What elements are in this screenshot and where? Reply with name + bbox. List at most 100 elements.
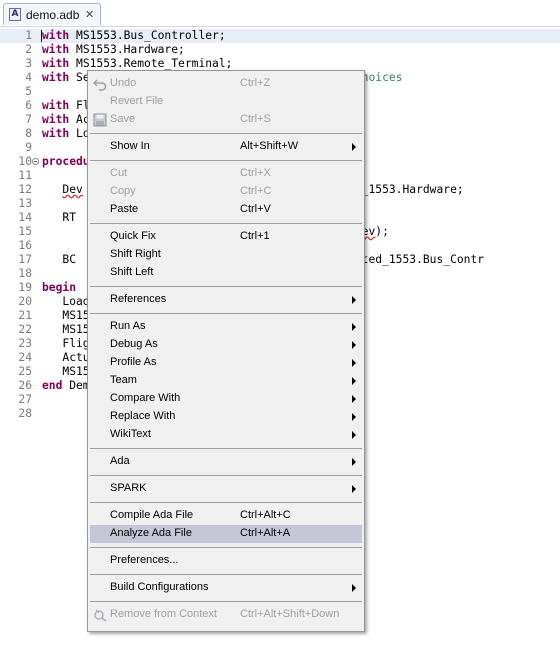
code-line[interactable]: 2 with MS1553.Hardware;: [0, 43, 560, 57]
menu-item-references[interactable]: References: [90, 291, 362, 309]
menu-item-replace-with[interactable]: Replace With: [90, 408, 362, 426]
menu-item-remove-from-context: Remove from Context Ctrl+Alt+Shift+Down: [90, 606, 362, 624]
code-token: MS15: [42, 309, 90, 322]
menu-item-label: WikiText: [110, 428, 151, 440]
menu-item-label: Revert File: [110, 95, 164, 107]
line-number: 5: [25, 85, 32, 98]
code-token: MS15: [42, 365, 90, 378]
menu-item-analyze-ada-file[interactable]: Analyze Ada File Ctrl+Alt+A: [90, 525, 362, 543]
line-number: 3: [25, 57, 32, 70]
submenu-arrow-icon: [352, 395, 356, 403]
menu-separator: [90, 133, 362, 134]
menu-separator: [90, 475, 362, 476]
menu-item-label: Shift Right: [110, 248, 161, 260]
line-number: 19: [18, 281, 32, 294]
menu-separator: [90, 223, 362, 224]
line-number: 17: [18, 253, 32, 266]
code-line[interactable]: 1 with MS1553.Bus_Controller;: [0, 29, 560, 43]
menu-item-quick-fix[interactable]: Quick Fix Ctrl+1: [90, 228, 362, 246]
menu-item-label: Copy: [110, 185, 136, 197]
menu-item-build-configurations[interactable]: Build Configurations: [90, 579, 362, 597]
submenu-arrow-icon: [352, 377, 356, 385]
line-number: 21: [18, 309, 32, 322]
keyword-token: begin: [42, 281, 77, 294]
menu-item-label: Save: [110, 113, 136, 125]
code-text: MS15: [42, 323, 89, 337]
menu-item-shortcut: Ctrl+Alt+Shift+Down: [240, 608, 340, 620]
line-number: 11: [18, 169, 32, 182]
code-token: Actu: [42, 351, 90, 364]
code-text: with Ac: [42, 113, 90, 127]
menu-separator: [90, 547, 362, 548]
menu-item-copy: Copy Ctrl+C: [90, 183, 362, 201]
submenu-arrow-icon: [352, 431, 356, 439]
code-text: with Lo: [42, 127, 90, 141]
menu-item-paste[interactable]: Paste Ctrl+V: [90, 201, 362, 219]
submenu-arrow-icon: [352, 341, 356, 349]
menu-item-label: Remove from Context: [110, 608, 217, 620]
menu-item-label: Analyze Ada File: [110, 527, 192, 539]
submenu-arrow-icon: [352, 296, 356, 304]
line-number: 10: [18, 155, 32, 168]
menu-item-profile-as[interactable]: Profile As: [90, 354, 362, 372]
menu-item-label: Build Configurations: [110, 581, 209, 593]
menu-separator: [90, 313, 362, 314]
menu-item-run-as[interactable]: Run As: [90, 318, 362, 336]
menu-item-revert-file: Revert File: [90, 93, 362, 111]
menu-item-label: Quick Fix: [110, 230, 156, 242]
code-text: with MS1553.Bus_Controller;: [42, 29, 226, 43]
fold-toggle-icon[interactable]: [32, 158, 39, 165]
menu-item-shortcut: Ctrl+S: [240, 113, 271, 125]
menu-item-label: Cut: [110, 167, 128, 179]
menu-item-shift-right[interactable]: Shift Right: [90, 246, 362, 264]
remove-context-icon: [93, 608, 107, 622]
code-token: Dem: [62, 379, 90, 392]
keyword-token: end: [42, 379, 63, 392]
submenu-arrow-icon: [352, 584, 356, 592]
line-number: 6: [25, 99, 32, 112]
code-text: end Dem: [42, 379, 90, 393]
menu-item-preferences[interactable]: Preferences...: [90, 552, 362, 570]
editor-tab-bar: A demo.adb ✕: [0, 0, 560, 27]
menu-item-label: Profile As: [110, 356, 157, 368]
submenu-arrow-icon: [352, 359, 356, 367]
menu-separator: [90, 160, 362, 161]
keyword-token: procedu: [42, 155, 90, 168]
menu-item-label: Undo: [110, 77, 137, 89]
menu-item-compile-ada-file[interactable]: Compile Ada File Ctrl+Alt+C: [90, 507, 362, 525]
line-number: 14: [18, 211, 32, 224]
ada-file-icon: A: [9, 8, 21, 21]
line-number: 26: [18, 379, 32, 392]
code-text: Actu: [42, 351, 90, 365]
menu-item-shift-left[interactable]: Shift Left: [90, 264, 362, 282]
menu-item-ada[interactable]: Ada: [90, 453, 362, 471]
tab-label: demo.adb: [26, 8, 80, 22]
code-line[interactable]: 3 with MS1553.Remote_Terminal;: [0, 57, 560, 71]
line-number: 24: [18, 351, 32, 364]
menu-item-label: Preferences...: [110, 554, 179, 566]
close-icon[interactable]: ✕: [85, 8, 94, 21]
menu-item-wikitext[interactable]: WikiText: [90, 426, 362, 444]
tab-demo-adb[interactable]: A demo.adb ✕: [3, 3, 101, 25]
menu-item-shortcut: Ctrl+Z: [240, 77, 271, 89]
keyword-token: with: [42, 29, 70, 42]
code-text: with MS1553.Hardware;: [42, 43, 185, 57]
menu-item-show-in[interactable]: Show In Alt+Shift+W: [90, 138, 362, 156]
menu-separator: [90, 502, 362, 503]
code-text: MS15: [42, 365, 90, 379]
menu-item-label: Compare With: [110, 392, 181, 404]
menu-item-compare-with[interactable]: Compare With: [90, 390, 362, 408]
menu-item-debug-as[interactable]: Debug As: [90, 336, 362, 354]
code-text: with Fl: [42, 99, 90, 113]
code-token: Flig: [42, 337, 90, 350]
line-number: 7: [25, 113, 32, 126]
menu-item-shortcut: Ctrl+C: [240, 185, 272, 197]
line-number: 8: [25, 127, 32, 140]
menu-item-save: Save Ctrl+S: [90, 111, 362, 129]
code-token: MS1553.Bus_Controller;: [69, 29, 226, 42]
menu-item-team[interactable]: Team: [90, 372, 362, 390]
keyword-token: with: [42, 71, 70, 84]
line-number: 12: [18, 183, 32, 196]
menu-item-spark[interactable]: SPARK: [90, 480, 362, 498]
